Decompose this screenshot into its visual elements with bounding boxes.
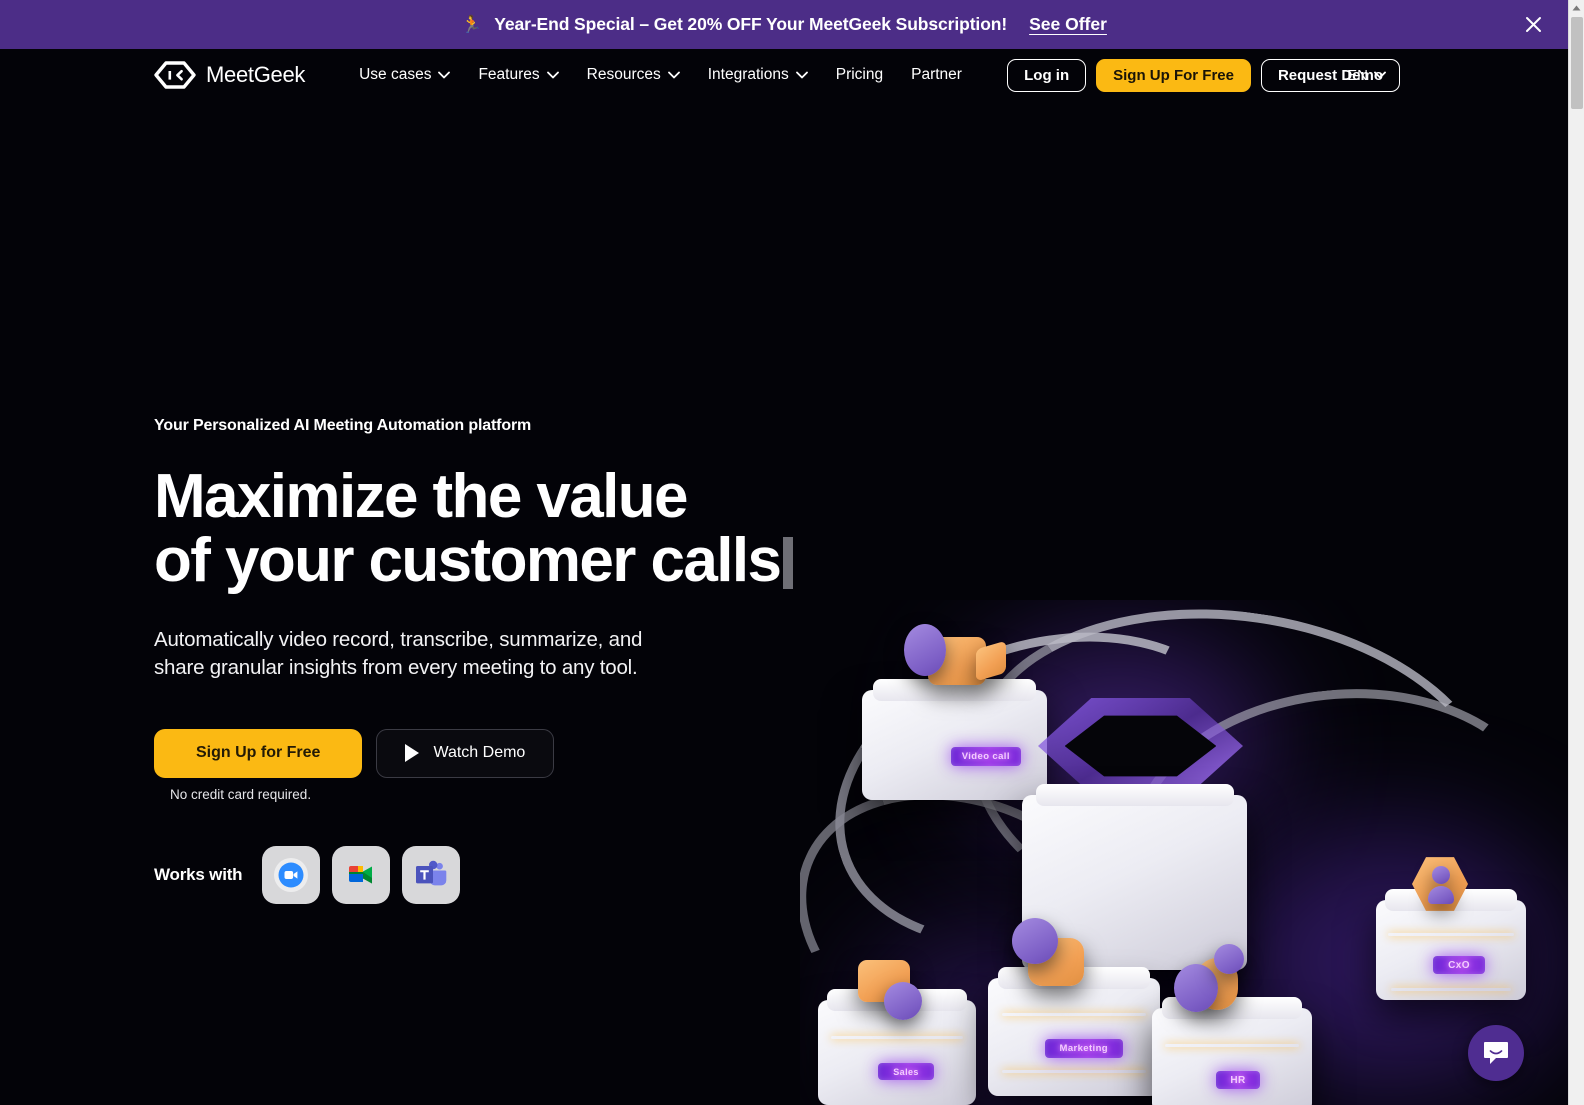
illustration-block-sales: Sales	[818, 989, 976, 1105]
nav-item-features[interactable]: Features	[464, 58, 572, 92]
login-button[interactable]: Log in	[1007, 58, 1087, 92]
nav-actions: Log in Sign Up For Free Request Demo	[1007, 58, 1400, 92]
brand-name: MeetGeek	[206, 62, 306, 87]
page-viewport: 🏃 Year-End Special – Get 20% OFF Your Me…	[0, 0, 1568, 1105]
watch-demo-label: Watch Demo	[433, 744, 526, 762]
headline-line-2: of your customer calls	[154, 525, 782, 595]
brand-logo[interactable]: MeetGeek	[154, 61, 305, 89]
no-credit-card-note: No credit card required.	[170, 786, 312, 802]
chevron-down-icon	[795, 71, 808, 79]
see-offer-link[interactable]: See Offer	[1029, 14, 1107, 35]
illustration-block-cxo: CxO	[1376, 889, 1526, 1000]
works-with-icons	[262, 845, 461, 904]
intercom-chat-launcher[interactable]	[1468, 1025, 1524, 1081]
nav-item-partner[interactable]: Partner	[897, 58, 976, 92]
chevron-down-icon	[438, 71, 451, 79]
headline-line-2-wrap: of your customer calls	[154, 525, 1568, 595]
promo-text: Year-End Special – Get 20% OFF Your Meet…	[494, 14, 1008, 34]
nav-label: Integrations	[707, 66, 789, 83]
illustration-label-sales: Sales	[878, 1063, 935, 1080]
play-icon	[405, 744, 420, 763]
signup-button[interactable]: Sign Up For Free	[1096, 58, 1251, 92]
microsoft-teams-icon[interactable]	[402, 845, 461, 904]
nav-label: Partner	[911, 66, 962, 83]
google-meet-icon[interactable]	[332, 845, 391, 904]
works-with-label: Works with	[154, 864, 243, 884]
nav-item-pricing[interactable]: Pricing	[822, 58, 897, 92]
nav-item-use-cases[interactable]: Use cases	[345, 58, 464, 92]
promo-banner: 🏃 Year-End Special – Get 20% OFF Your Me…	[0, 0, 1568, 49]
illustration-block-hr: HR	[1152, 997, 1312, 1105]
subhead-line-2: share granular insights from every meeti…	[154, 655, 638, 679]
hero-eyebrow: Your Personalized AI Meeting Automation …	[154, 417, 532, 434]
browser-scrollbar[interactable]	[1568, 0, 1584, 1105]
runner-emoji: 🏃	[461, 15, 483, 34]
hero-signup-button[interactable]: Sign Up for Free	[154, 728, 363, 778]
hero-cta-row: Sign Up for Free Watch Demo	[154, 728, 1568, 778]
zoom-icon[interactable]	[262, 845, 321, 904]
close-icon[interactable]	[1520, 12, 1546, 38]
nav-item-integrations[interactable]: Integrations	[694, 58, 822, 92]
nav-label: Pricing	[835, 66, 884, 83]
typing-caret	[783, 536, 794, 589]
illustration-label-marketing: Marketing	[1044, 1039, 1123, 1059]
chat-bubble-icon	[1484, 1042, 1508, 1064]
hero-subheading: Automatically video record, transcribe, …	[154, 626, 714, 682]
chevron-down-icon	[1374, 71, 1386, 79]
nav-label: Use cases	[359, 66, 432, 83]
page-title: Maximize the value of your customer call…	[154, 465, 1568, 593]
hero-section: Your Personalized AI Meeting Automation …	[0, 101, 1568, 904]
nav-label: Resources	[586, 66, 661, 83]
chevron-down-icon	[667, 71, 680, 79]
illustration-label-cxo: CxO	[1433, 956, 1485, 974]
headline-line-1: Maximize the value	[154, 462, 688, 531]
illustration-label-hr: HR	[1216, 1071, 1260, 1089]
main-navbar: MeetGeek Use cases Features Resources In…	[0, 49, 1568, 101]
scroll-up-arrow-icon[interactable]	[1569, 0, 1584, 16]
browser-page: 🏃 Year-End Special – Get 20% OFF Your Me…	[0, 0, 1584, 1105]
nav-label: Features	[478, 66, 540, 83]
works-with-section: Works with	[154, 845, 1568, 904]
subhead-line-1: Automatically video record, transcribe, …	[154, 627, 643, 651]
nav-links: Use cases Features Resources Integration…	[345, 58, 976, 92]
scrollbar-thumb[interactable]	[1571, 17, 1583, 109]
language-selector[interactable]: EN	[1347, 67, 1386, 84]
nav-item-resources[interactable]: Resources	[573, 58, 694, 92]
meetgeek-logo-icon	[154, 61, 196, 89]
promo-content: 🏃 Year-End Special – Get 20% OFF Your Me…	[461, 14, 1007, 35]
watch-demo-button[interactable]: Watch Demo	[376, 728, 555, 778]
language-label: EN	[1347, 66, 1368, 84]
illustration-block-marketing: Marketing	[988, 967, 1160, 1096]
chevron-down-icon	[546, 71, 559, 79]
